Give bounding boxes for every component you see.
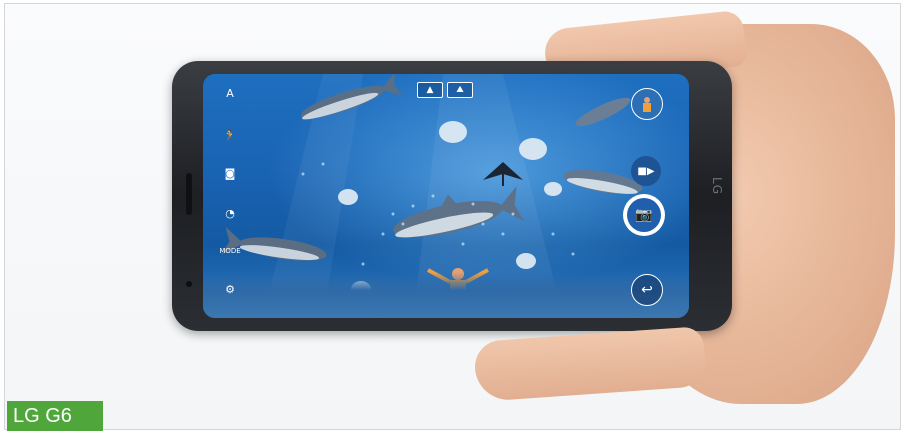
wide-lens-mode-button[interactable]: ▲ — [417, 82, 443, 98]
gallery-preview-icon — [643, 97, 651, 112]
thumb — [473, 326, 707, 402]
video-icon: ■▶ — [637, 165, 655, 177]
settings-icon[interactable]: ⚙ — [221, 280, 239, 298]
caption-text: LG G6 — [13, 404, 72, 427]
shutter-button[interactable]: 📷 — [623, 194, 665, 236]
back-button[interactable]: ↩ — [631, 274, 663, 306]
mode-icon[interactable]: MODE — [217, 242, 243, 260]
camera-viewfinder[interactable]: A 🏃 ◙ ◔ MODE ⚙ ▲ ⛰ ■▶ 📷 ↩ — [203, 74, 689, 318]
product-caption: LG G6 — [7, 401, 103, 431]
camera-switch-icon[interactable]: ◙ — [221, 164, 239, 182]
photo-frame: LG A 🏃 ◙ ◔ MODE ⚙ ▲ ⛰ ■▶ 📷 ↩ — [4, 3, 901, 430]
aquarium-floor — [203, 272, 689, 318]
shark-top-right — [575, 97, 631, 127]
auto-mode-icon[interactable]: A — [221, 84, 239, 102]
back-icon: ↩ — [641, 282, 653, 298]
earpiece — [186, 173, 192, 215]
stingray — [439, 121, 467, 143]
standard-lens-mode-button[interactable]: ⛰ — [447, 82, 473, 98]
timer-icon[interactable]: ◔ — [221, 204, 239, 222]
video-record-button[interactable]: ■▶ — [631, 156, 661, 186]
run-icon[interactable]: 🏃 — [221, 126, 239, 144]
gallery-thumbnail[interactable] — [631, 88, 663, 120]
brand-logo: LG — [709, 177, 724, 195]
front-camera — [186, 281, 192, 287]
shutter-icon: 📷 — [627, 198, 661, 232]
phone: LG A 🏃 ◙ ◔ MODE ⚙ ▲ ⛰ ■▶ 📷 ↩ — [172, 61, 732, 331]
